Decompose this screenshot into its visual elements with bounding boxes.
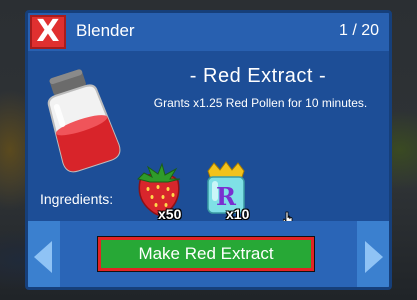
make-red-extract-button[interactable]: Make Red Extract [97,236,315,272]
ingredient-royal-jelly: R x10 [200,161,256,222]
next-recipe-button[interactable] [357,221,389,287]
arrow-left-icon [34,241,52,273]
ingredient-strawberry: x50 [132,161,188,222]
arrow-right-icon [365,241,383,273]
recipe-details: - Red Extract - Grants x1.25 Red Pollen … [28,51,389,227]
item-name: - Red Extract - [189,65,327,87]
red-extract-jar-icon [47,69,121,173]
panel-footer: Make Red Extract [28,221,389,287]
close-button[interactable]: X [30,15,66,49]
ingredient-quantity: x50 [158,206,182,222]
blender-panel: X Blender 1 / 20 - Red Extract - Grants … [25,10,392,290]
page-counter: 1 / 20 [338,22,379,39]
item-description: Grants x1.25 Red Pollen for 10 minutes. [153,96,368,110]
previous-recipe-button[interactable] [28,221,60,287]
ingredients-label: Ingredients: [40,191,114,207]
panel-header: X Blender 1 / 20 [28,13,389,51]
panel-title: Blender [76,21,135,40]
ingredient-quantity: x10 [226,206,250,222]
